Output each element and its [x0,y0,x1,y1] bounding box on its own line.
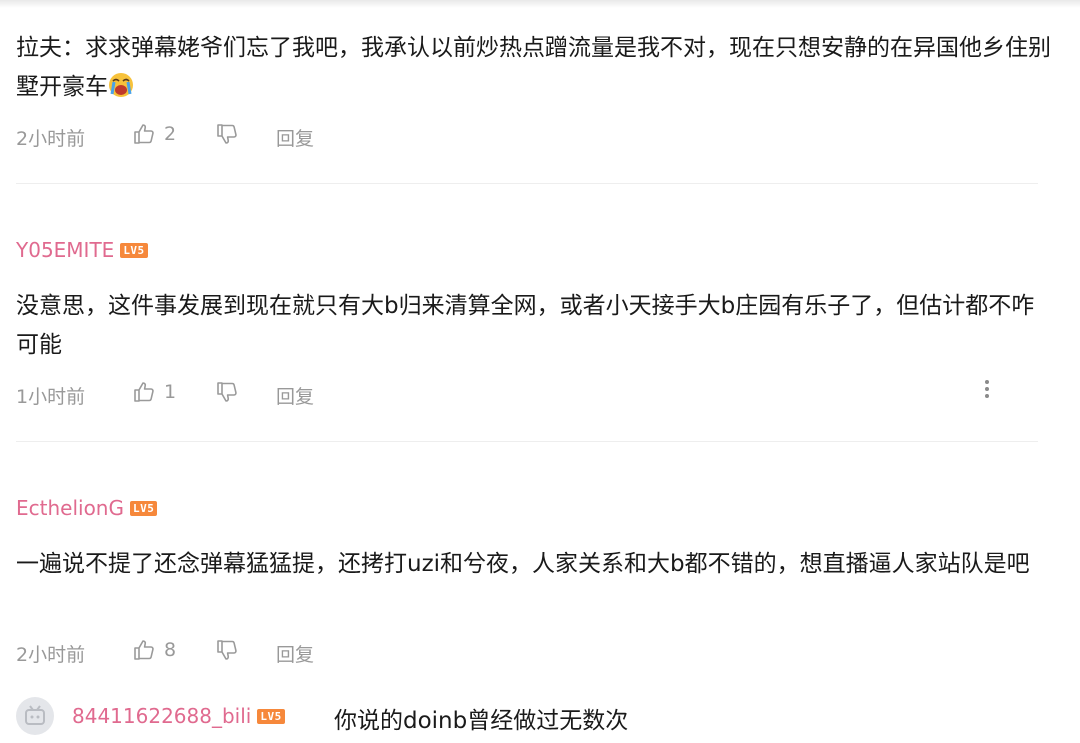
level-badge: LV5 [129,500,158,516]
username-text[interactable]: EcthelionG [16,496,124,520]
more-vertical-icon[interactable] [976,376,998,404]
like-count: 2 [164,123,177,145]
level-badge: LV5 [257,708,285,724]
comment-username[interactable]: EcthelionG LV5 [16,496,158,520]
comment-time: 1小时前 [16,386,86,408]
thumbs-down-icon [217,640,237,660]
comment-time: 2小时前 [16,128,86,150]
like-button[interactable]: 8 [132,638,176,662]
like-count: 8 [164,639,177,661]
crying-face-icon [109,73,133,97]
level-badge: LV5 [120,242,148,258]
username-text[interactable]: 84411622688_bili [72,704,251,728]
thumbs-up-icon [134,382,154,402]
comment-text: 拉夫：求求弹幕姥爷们忘了我吧，我承认以前炒热点蹭流量是我不对，现在只想安静的在异… [16,35,1051,100]
dislike-button[interactable] [215,638,239,667]
thumbs-up-icon [134,124,154,144]
comment-content: 没意思，这件事发展到现在就只有大b归来清算全网，或者小天接手大b庄园有乐子了，但… [16,293,1035,358]
thumbs-down-icon [217,124,237,144]
thumbs-up-icon [134,640,154,660]
sub-reply-username[interactable]: 84411622688_bili LV5 [72,704,285,728]
sub-reply: 84411622688_bili LV5 你说的doinb曾经做过无数次 [0,692,1080,743]
reply-button[interactable]: 回复 [276,382,314,409]
comment-time: 2小时前 [16,644,86,666]
like-count: 1 [164,381,177,403]
divider [16,441,1038,442]
username-text[interactable]: Y05EMITE [16,238,114,262]
like-button[interactable]: 2 [132,122,176,146]
like-button[interactable]: 1 [132,380,176,404]
comment-content: 拉夫：求求弹幕姥爷们忘了我吧，我承认以前炒热点蹭流量是我不对，现在只想安静的在异… [16,29,1056,107]
divider [16,183,1038,184]
reply-button[interactable]: 回复 [276,124,314,151]
dislike-button[interactable] [215,122,239,151]
top-edge [0,0,1080,8]
dislike-button[interactable] [215,380,239,409]
comment-content: 一遍说不提了还念弹幕猛猛提，还拷打uzi和兮夜，人家关系和大b都不错的，想直播逼… [16,551,1030,577]
thumbs-down-icon [217,382,237,402]
avatar-placeholder-icon [25,705,45,725]
reply-button[interactable]: 回复 [276,640,314,667]
comment-username[interactable]: Y05EMITE LV5 [16,238,148,262]
avatar[interactable] [16,697,54,735]
sub-reply-content: 你说的doinb曾经做过无数次 [334,708,629,734]
